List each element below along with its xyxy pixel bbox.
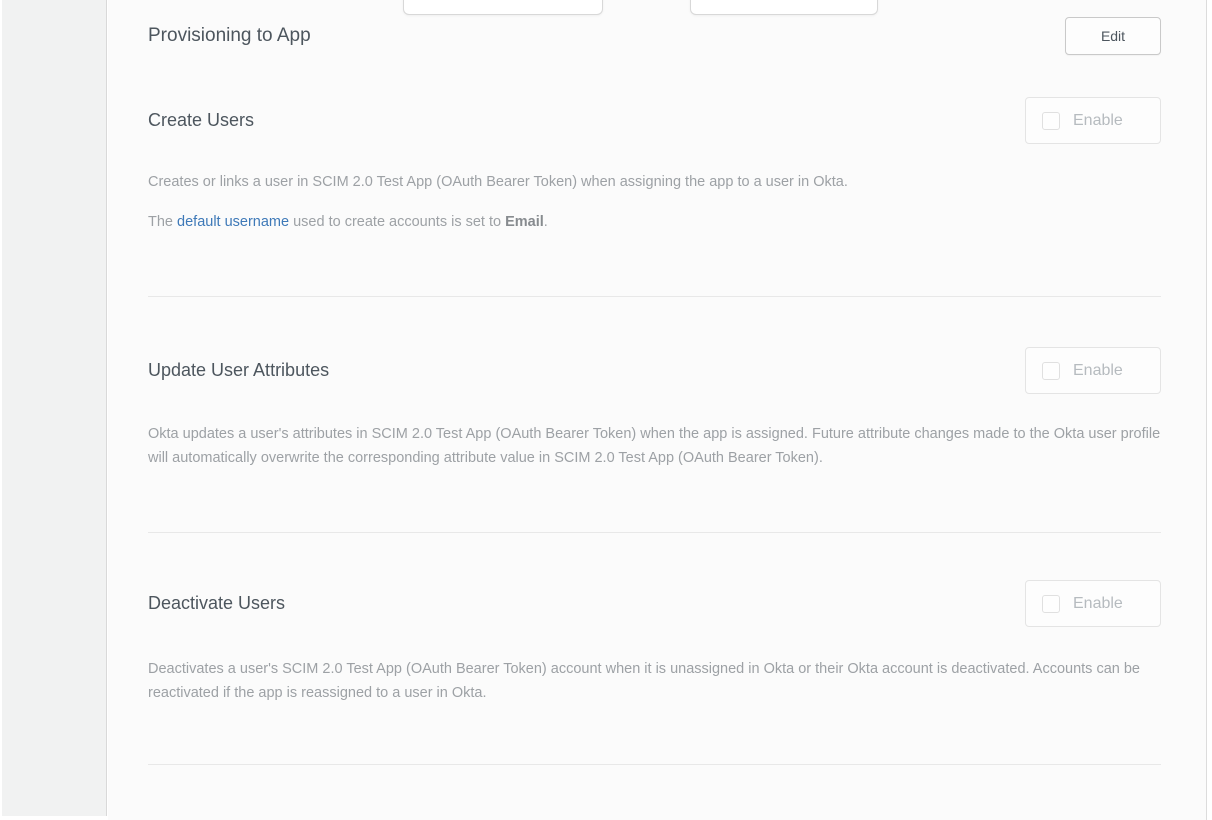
note-text: . [544, 214, 548, 230]
username-value: Email [505, 214, 544, 230]
section-divider [148, 532, 1161, 533]
setting-title-deactivate-users: Deactivate Users [148, 593, 285, 614]
enable-checkbox-update-user-attributes[interactable] [1042, 362, 1060, 380]
update-user-attributes-description: Okta updates a user's attributes in SCIM… [148, 422, 1161, 470]
cutoff-input-field-2[interactable] [690, 0, 878, 15]
enable-toggle-create-users: Enable [1025, 97, 1161, 144]
panel-title: Provisioning to App [148, 25, 311, 47]
enable-toggle-update-user-attributes: Enable [1025, 347, 1161, 394]
setting-row-deactivate-users: Deactivate Users Enable [148, 580, 1161, 627]
setting-title-update-user-attributes: Update User Attributes [148, 360, 329, 381]
note-text: used to create accounts is set to [293, 214, 501, 230]
default-username-link[interactable]: default username [177, 214, 289, 230]
enable-checkbox-deactivate-users[interactable] [1042, 595, 1060, 613]
setting-row-create-users: Create Users Enable [148, 97, 1161, 144]
enable-label: Enable [1073, 595, 1123, 613]
setting-title-create-users: Create Users [148, 110, 254, 131]
cutoff-input-field-1[interactable] [403, 0, 603, 15]
enable-toggle-deactivate-users: Enable [1025, 580, 1161, 627]
create-users-username-note: The default username used to create acco… [148, 210, 1161, 234]
deactivate-users-description: Deactivates a user's SCIM 2.0 Test App (… [148, 657, 1161, 705]
section-divider [148, 764, 1161, 765]
enable-label: Enable [1073, 112, 1123, 130]
edit-button[interactable]: Edit [1065, 17, 1161, 55]
panel-header: Provisioning to App Edit [148, 17, 1161, 55]
left-sidebar [2, 0, 107, 816]
section-divider [148, 296, 1161, 297]
provisioning-panel: Provisioning to App Edit Create Users En… [108, 0, 1207, 820]
enable-label: Enable [1073, 362, 1123, 380]
create-users-description: Creates or links a user in SCIM 2.0 Test… [148, 170, 1161, 194]
note-text: The [148, 214, 173, 230]
setting-row-update-user-attributes: Update User Attributes Enable [148, 347, 1161, 394]
enable-checkbox-create-users[interactable] [1042, 112, 1060, 130]
